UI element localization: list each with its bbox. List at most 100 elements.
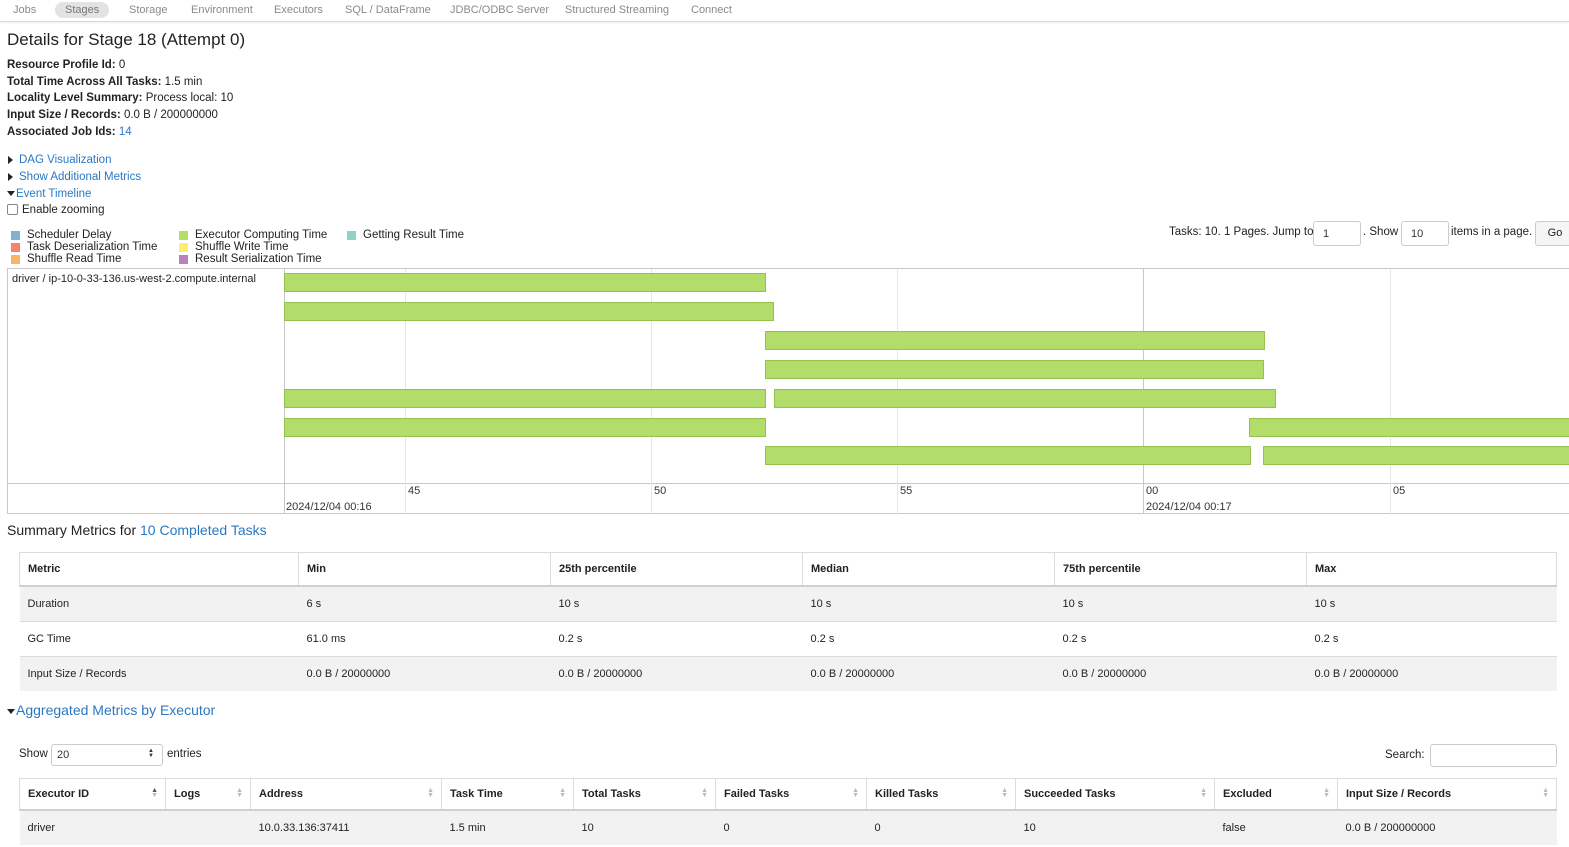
column-header: Max [1306,552,1557,587]
column-header-excluded[interactable]: Excluded ▲ ▼ [1214,778,1338,811]
column-header-input-size[interactable]: Input Size / Records ▲ ▼ [1337,778,1557,811]
nav-tab-executors[interactable]: Executors [264,2,333,18]
axis-tick: 55 [900,485,913,497]
legend-scheduler-delay: Scheduler Delay [27,229,112,241]
timeline-group-label: driver / ip-10-0-33-136.us-west-2.comput… [12,273,256,285]
column-header-address[interactable]: Address ▲ ▼ [250,778,442,811]
axis-date: 2024/12/04 00:17 [1146,501,1232,513]
aggregated-metrics-toggle[interactable]: Aggregated Metrics by Executor [7,702,215,718]
additional-metrics-toggle[interactable]: Show Additional Metrics [8,171,141,183]
show-text: . Show [1363,226,1399,238]
enable-zooming[interactable]: Enable zooming [7,204,104,216]
task-bar[interactable] [765,446,1251,465]
column-header: Min [298,552,551,587]
info-total-time: Total Time Across All Tasks: 1.5 min [7,76,203,88]
axis-tick: 50 [654,485,667,497]
nav-tab-jobs[interactable]: Jobs [3,2,46,18]
show-entries-label: Show [19,748,48,760]
table-header-row: Metric Min 25th percentile Median 75th p… [19,552,1557,587]
search-label: Search: [1385,749,1425,761]
task-bar[interactable] [765,360,1264,379]
axis-tick: 00 [1146,485,1159,497]
column-header-executor-id[interactable]: Executor ID ▲ ▼ [19,778,166,811]
nav-tab-storage[interactable]: Storage [119,2,178,18]
getting-result-swatch [347,231,356,240]
sort-icon: ▲ ▼ [1323,787,1330,799]
table-row: Input Size / Records 0.0 B / 20000000 0.… [19,656,1557,691]
task-deser-swatch [11,243,20,252]
shuffle-read-swatch [11,255,20,264]
dag-visualization-toggle[interactable]: DAG Visualization [8,154,111,166]
column-header-failed-tasks[interactable]: Failed Tasks ▲ ▼ [715,778,867,811]
result-serialization-swatch [179,255,188,264]
caret-down-icon [7,708,15,714]
legend-shuffle-read: Shuffle Read Time [27,253,122,265]
sort-icon: ▲ ▼ [151,787,158,799]
shuffle-write-swatch [179,243,188,252]
task-bar[interactable] [284,302,774,321]
legend-task-deserialization: Task Deserialization Time [27,241,158,253]
legend-executor-computing: Executor Computing Time [195,229,328,241]
table-row: GC Time 61.0 ms 0.2 s 0.2 s 0.2 s 0.2 s [19,621,1557,657]
axis-date: 2024/12/04 00:16 [286,501,372,513]
sort-icon: ▲ ▼ [1001,787,1008,799]
nav-tab-jdbc[interactable]: JDBC/ODBC Server [440,2,559,18]
caret-right-icon [8,155,13,164]
info-locality: Locality Level Summary: Process local: 1… [7,92,234,104]
page-size-input[interactable] [1401,221,1449,246]
column-header-logs[interactable]: Logs ▲ ▼ [165,778,251,811]
sort-icon: ▲ ▼ [427,787,434,799]
table-header-row: Executor ID ▲ ▼ Logs ▲ ▼ Address ▲ ▼ Task Time… [19,778,1557,811]
completed-tasks-link[interactable]: 10 Completed Tasks [140,522,267,538]
nav-tab-stages[interactable]: Stages [55,2,110,18]
caret-right-icon [8,172,13,181]
event-timeline-chart[interactable]: driver / ip-10-0-33-136.us-west-2.comput… [7,268,1569,514]
scheduler-delay-swatch [11,231,20,240]
nav-tab-connect[interactable]: Connect [681,2,742,18]
zoom-checkbox[interactable] [7,204,18,216]
event-timeline-toggle[interactable]: Event Timeline [7,188,91,200]
column-header: Metric [19,552,299,587]
column-header-killed-tasks[interactable]: Killed Tasks ▲ ▼ [866,778,1016,811]
sort-icon: ▲ ▼ [559,787,566,799]
task-bar[interactable] [284,273,766,292]
sort-icon: ▲ ▼ [236,787,243,799]
info-input-size: Input Size / Records: 0.0 B / 200000000 [7,109,218,121]
job-id-link[interactable]: 14 [119,126,132,138]
axis-tick: 05 [1393,485,1406,497]
page-title: Details for Stage 18 (Attempt 0) [7,30,246,49]
task-bar[interactable] [284,418,766,437]
jump-to-page-input[interactable] [1313,221,1361,246]
executor-computing-swatch [179,231,188,240]
table-row: Duration 6 s 10 s 10 s 10 s 10 s [19,585,1557,622]
sort-icon: ▲ ▼ [852,787,859,799]
task-bar[interactable] [284,389,766,408]
column-header: Median [802,552,1055,587]
task-bar[interactable] [774,389,1276,408]
column-header-total-tasks[interactable]: Total Tasks ▲ ▼ [573,778,716,811]
task-bar[interactable] [1249,418,1569,437]
legend-shuffle-write: Shuffle Write Time [195,241,289,253]
nav-tab-environment[interactable]: Environment [181,2,263,18]
task-bar[interactable] [765,331,1265,350]
column-header: 75th percentile [1054,552,1307,587]
sort-icon: ▲ ▼ [1200,787,1207,799]
column-header-task-time[interactable]: Task Time ▲ ▼ [441,778,574,811]
search-input[interactable] [1430,744,1557,767]
column-header-succeeded-tasks[interactable]: Succeeded Tasks ▲ ▼ [1015,778,1215,811]
axis-tick: 45 [408,485,421,497]
column-header: 25th percentile [550,552,803,587]
items-per-page-text: items in a page. [1451,226,1533,238]
sort-icon: ▲ ▼ [701,787,708,799]
table-row: driver 10.0.33.136:37411 1.5 min 10 0 0 … [19,810,1557,845]
task-bar[interactable] [1263,446,1569,465]
nav-tab-sql[interactable]: SQL / DataFrame [335,2,441,18]
summary-metrics-table: Metric Min 25th percentile Median 75th p… [19,552,1557,691]
tasks-count-text: Tasks: 10. 1 Pages. Jump to [1169,226,1314,238]
info-resource-profile: Resource Profile Id: 0 [7,59,126,71]
nav-tab-streaming[interactable]: Structured Streaming [555,2,679,18]
entries-select[interactable]: 20 ▲ ▼ [51,744,163,766]
go-button[interactable]: Go [1535,221,1569,246]
summary-metrics-heading: Summary Metrics for 10 Completed Tasks [7,522,267,538]
info-job-ids: Associated Job Ids: 14 [7,126,132,138]
